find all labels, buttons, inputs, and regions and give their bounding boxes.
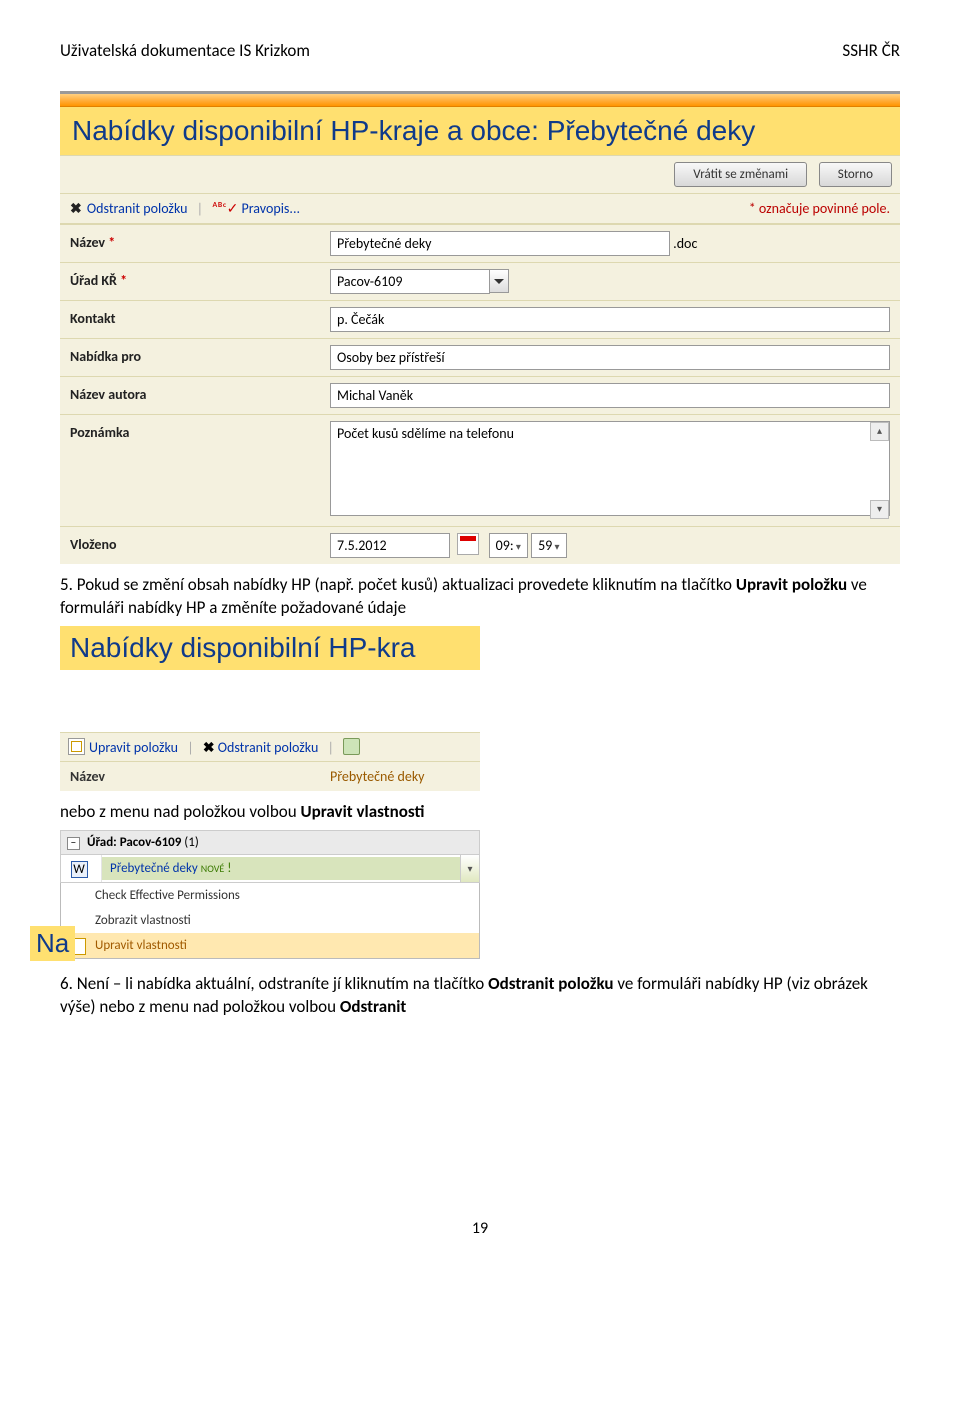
menu-check-permissions[interactable]: Check Effective Permissions [61,883,479,908]
date-input[interactable] [330,533,450,558]
remove-item-link-2[interactable]: Odstranit položku [218,739,319,756]
spellcheck-link[interactable]: Pravopis... [241,200,300,217]
doc-paragraph-5: 5. Pokud se změní obsah nabídky HP (např… [60,574,900,620]
urad-select[interactable]: Pacov-6109 [330,269,490,294]
calendar-icon[interactable] [457,533,479,555]
remove-item-link[interactable]: Odstranit položku [87,200,188,217]
delete-icon: ✖ [203,739,215,756]
item-dropdown-icon[interactable]: ▾ [460,855,479,882]
autor-label: Název autora [70,383,330,403]
scroll-down-icon[interactable]: ▾ [870,500,889,519]
kontakt-input[interactable] [330,307,890,332]
edit-item-link[interactable]: Upravit položku [89,739,178,756]
cancel-button[interactable]: Storno [819,162,892,187]
name-label-2: Název [70,768,330,785]
toolbar-sep: | [197,200,203,217]
dropdown-icon[interactable] [489,269,509,293]
edit-icon [68,738,85,755]
context-menu: Check Effective Permissions Zobrazit vla… [60,883,480,959]
ribbon-accent [60,94,900,107]
form-body: Název * .doc Úřad KŘ * Pacov-6109 Kontak… [60,224,900,564]
collapse-icon[interactable]: − [67,837,80,850]
name-label: Název [70,234,105,251]
menu-edit-properties[interactable]: Upravit vlastnosti [61,933,479,958]
form-toolbar: ✖ Odstranit položku | ᴬᴮᶜ✓ Pravopis... *… [60,193,900,224]
autor-input[interactable] [330,383,890,408]
form-title-2: Nabídky disponibilní HP-kra [70,632,416,663]
item-link[interactable]: Přebytečné deky [110,861,198,876]
toolbar-left: ✖ Odstranit položku | ᴬᴮᶜ✓ Pravopis... [70,200,300,217]
truncated-title-fragment: Na [30,926,75,961]
screenshot-item-header: Nabídky disponibilní HP-kra Upravit polo… [60,626,480,791]
new-badge: NOVÉ [201,862,225,875]
item-toolbar: Upravit položku | ✖ Odstranit položku | [60,732,480,762]
nabpro-input[interactable] [330,345,890,370]
nabpro-label: Nabídka pro [70,345,330,365]
list-item: W Přebytečné deky NOVÉ ! ▾ [60,855,480,883]
form-buttons-row: Vrátit se změnami Storno [60,155,900,193]
hour-select[interactable]: 09: [489,533,528,558]
file-ext: .doc [673,235,697,252]
pozn-label: Poznámka [70,421,330,441]
word-doc-icon: W [71,861,88,878]
kontakt-label: Kontakt [70,307,330,327]
doc-paragraph-5b: nebo z menu nad položkou volbou Upravit … [60,801,900,824]
delete-icon: ✖ [70,200,82,217]
menu-view-properties[interactable]: Zobrazit vlastnosti [61,908,479,933]
header-right: SSHR ČR [842,40,900,61]
page-header: Uživatelská dokumentace IS Krizkom SSHR … [60,40,900,61]
scroll-up-icon[interactable]: ▴ [870,422,889,441]
name-value-2: Přebytečné deky [330,768,425,785]
urad-label: Úřad KŘ [70,272,117,289]
form-title-bar-2: Nabídky disponibilní HP-kra [60,626,480,670]
header-left: Uživatelská dokumentace IS Krizkom [60,40,310,61]
users-icon [343,738,360,755]
screenshot-context-menu: − Úřad: Pacov-6109 (1) W Přebytečné deky… [60,830,480,959]
screenshot-form-edit: Nabídky disponibilní HP-kraje a obce: Př… [60,91,900,564]
form-title: Nabídky disponibilní HP-kraje a obce: Př… [72,115,755,146]
required-note: * označuje povinné pole. [749,200,890,217]
form-title-bar: Nabídky disponibilní HP-kraje a obce: Př… [60,107,900,155]
spellcheck-icon: ᴬᴮᶜ✓ [212,200,238,217]
minute-select[interactable]: 59 [531,533,566,558]
vlozeno-label: Vloženo [70,533,330,553]
name-input[interactable] [330,231,670,256]
group-header[interactable]: − Úřad: Pacov-6109 (1) [60,830,480,855]
revert-button[interactable]: Vrátit se změnami [674,162,807,187]
doc-paragraph-6: 6. Není – li nabídka aktuální, odstranít… [60,973,900,1019]
page-number: 19 [60,1219,900,1238]
pozn-textarea[interactable] [330,421,890,516]
